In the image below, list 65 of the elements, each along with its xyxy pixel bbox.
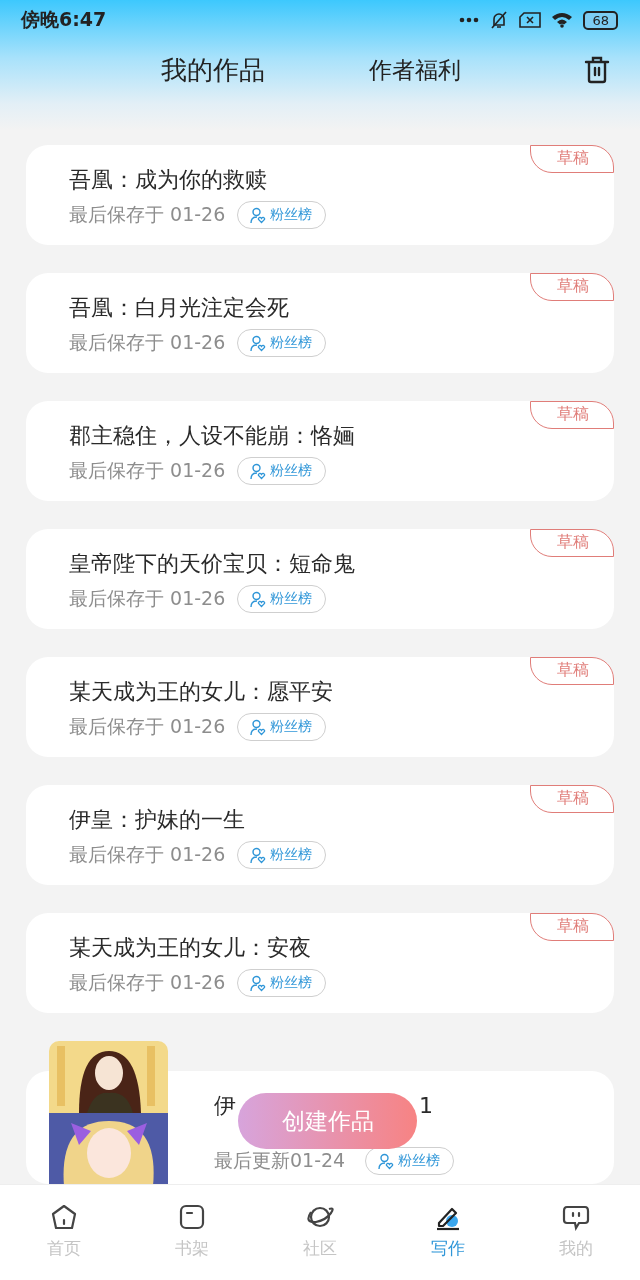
save-date: 最后保存于 01-26 xyxy=(69,586,226,611)
work-title: 伊皇：护妹的一生 xyxy=(69,806,246,834)
author-benefits-link[interactable]: 作者福利 xyxy=(369,54,461,86)
chat-icon xyxy=(562,1203,590,1231)
work-card[interactable]: 郡主稳住，人设不能崩：恪婳 最后保存于 01-26 粉丝榜 草稿 xyxy=(26,401,614,501)
work-title: 吾凰：白月光注定会死 xyxy=(69,294,290,322)
save-date: 最后保存于 01-26 xyxy=(69,330,226,355)
nav-tab[interactable]: 写作 xyxy=(384,1185,512,1280)
save-date: 最后保存于 01-26 xyxy=(69,202,226,227)
work-title: 某天成为王的女儿：安夜 xyxy=(69,934,312,962)
sim-x-icon xyxy=(519,12,542,28)
work-title: 1 xyxy=(419,1092,433,1120)
save-date: 最后保存于 01-26 xyxy=(69,458,226,483)
work-card[interactable]: 某天成为王的女儿：愿平安 最后保存于 01-26 粉丝榜 草稿 xyxy=(26,657,614,757)
home-icon xyxy=(50,1203,78,1231)
fan-ranking-button[interactable]: 粉丝榜 xyxy=(237,585,327,613)
create-work-floating-button[interactable]: 创建作品 xyxy=(238,1093,417,1149)
status-time: 傍晚6:47 xyxy=(21,7,107,32)
page-title: 我的作品 xyxy=(161,53,265,87)
fan-ranking-button[interactable]: 粉丝榜 xyxy=(237,329,327,357)
battery-indicator: 68 xyxy=(583,10,618,30)
draft-tag: 草稿 xyxy=(530,145,614,173)
save-date: 最后保存于 01-26 xyxy=(69,714,226,739)
work-title: 皇帝陛下的天价宝贝：短命鬼 xyxy=(69,550,356,578)
fan-ranking-button[interactable]: 粉丝榜 xyxy=(237,457,327,485)
person-heart-icon xyxy=(250,846,267,864)
fan-ranking-button[interactable]: 粉丝榜 xyxy=(237,201,327,229)
save-date: 最后保存于 01-26 xyxy=(69,842,226,867)
muted-bell-icon xyxy=(489,10,510,30)
person-heart-icon xyxy=(250,590,267,608)
work-title: 吾凰：成为你的救赎 xyxy=(69,166,268,194)
nav-tab[interactable]: 书架 xyxy=(128,1185,256,1280)
draft-tag: 草稿 xyxy=(530,913,614,941)
nav-tab[interactable]: 我的 xyxy=(512,1185,640,1280)
fan-ranking-button[interactable]: 粉丝榜 xyxy=(237,969,327,997)
person-heart-icon xyxy=(250,334,267,352)
draft-tag: 草稿 xyxy=(530,785,614,813)
update-date: 最后更新01-24 xyxy=(214,1148,346,1173)
dots-icon xyxy=(459,17,480,23)
work-title: 郡主稳住，人设不能崩：恪婳 xyxy=(69,422,356,450)
draft-tag: 草稿 xyxy=(530,529,614,557)
work-title: 某天成为王的女儿：愿平安 xyxy=(69,678,334,706)
draft-tag: 草稿 xyxy=(530,273,614,301)
draft-tag: 草稿 xyxy=(530,657,614,685)
nav-tab[interactable]: 社区 xyxy=(256,1185,384,1280)
person-heart-icon xyxy=(250,462,267,480)
person-heart-icon xyxy=(250,718,267,736)
draft-tag: 草稿 xyxy=(530,401,614,429)
save-date: 最后保存于 01-26 xyxy=(69,970,226,995)
work-title: 伊 xyxy=(214,1092,236,1120)
work-card[interactable]: 某天成为王的女儿：安夜 最后保存于 01-26 粉丝榜 草稿 xyxy=(26,913,614,1013)
person-heart-icon xyxy=(250,974,267,992)
shelf-icon xyxy=(178,1203,206,1231)
fan-ranking-button[interactable]: 粉丝榜 xyxy=(365,1147,455,1175)
person-heart-icon xyxy=(378,1152,395,1170)
work-card[interactable]: 吾凰：白月光注定会死 最后保存于 01-26 粉丝榜 草稿 xyxy=(26,273,614,373)
fan-ranking-button[interactable]: 粉丝榜 xyxy=(237,713,327,741)
wifi-icon xyxy=(551,12,574,28)
work-card[interactable]: 皇帝陛下的天价宝贝：短命鬼 最后保存于 01-26 粉丝榜 草稿 xyxy=(26,529,614,629)
nav-tab[interactable]: 首页 xyxy=(0,1185,128,1280)
person-heart-icon xyxy=(250,206,267,224)
trash-icon[interactable] xyxy=(584,56,610,84)
fan-ranking-button[interactable]: 粉丝榜 xyxy=(237,841,327,869)
work-card[interactable]: 吾凰：成为你的救赎 最后保存于 01-26 粉丝榜 草稿 xyxy=(26,145,614,245)
work-card[interactable]: 伊皇：护妹的一生 最后保存于 01-26 粉丝榜 草稿 xyxy=(26,785,614,885)
